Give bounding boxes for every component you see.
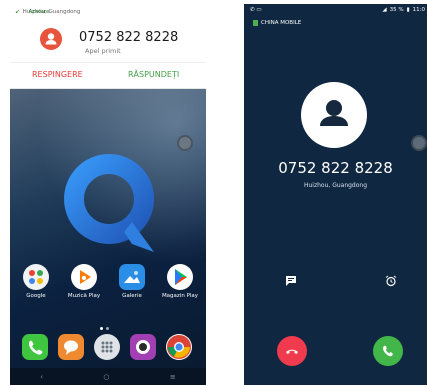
floating-dot[interactable]: [411, 135, 427, 151]
hang-up-icon: [286, 349, 298, 354]
answer-button[interactable]: RĂSPUNDEȚI: [128, 70, 179, 79]
play-store-icon: [167, 264, 193, 290]
divider: [10, 62, 206, 63]
alarm-reminder-icon[interactable]: [385, 272, 397, 291]
app-google[interactable]: Google: [12, 264, 60, 299]
app-label: Magazin Play: [161, 293, 199, 299]
q-logo-icon: [64, 154, 155, 252]
messages-icon[interactable]: [58, 334, 84, 360]
incoming-call-notification[interactable]: ↙ Apelare Huizhou, Guangdong 0752 822 82…: [10, 4, 206, 89]
phone-icon[interactable]: [22, 334, 48, 360]
play-music-icon: [71, 264, 97, 290]
app-label: Google: [26, 293, 46, 299]
app-galerie[interactable]: Galerie: [108, 264, 156, 299]
navigation-bar: ‹ ○ ≡: [10, 368, 206, 385]
carrier-row: CHINA MOBILE: [253, 20, 301, 26]
page-indicator: [100, 327, 109, 330]
recents-button[interactable]: ≡: [170, 373, 176, 381]
notification-app-label: Apelare: [28, 9, 50, 15]
phone-icon: [383, 345, 393, 357]
status-bar: ✆ ▭ ◢ 35 % ▮ 11:0: [244, 4, 427, 16]
app-drawer-icon[interactable]: [94, 334, 120, 360]
signal-icon: ◢: [382, 7, 387, 13]
gallery-icon: [119, 264, 145, 290]
app-muzica-play[interactable]: Muzică Play: [60, 264, 108, 299]
chrome-icon[interactable]: [166, 334, 192, 360]
right-phone-screen: ✆ ▭ ◢ 35 % ▮ 11:0 CHINA MOBILE 0752 822 …: [244, 4, 427, 385]
camera-icon[interactable]: [130, 334, 156, 360]
back-button[interactable]: ‹: [40, 373, 43, 381]
accept-call-button[interactable]: [373, 336, 403, 366]
caller-location: Huizhou, Guangdong: [303, 182, 368, 189]
battery-percent: 35 %: [389, 7, 404, 13]
left-phone-screen: ↙ Apelare Huizhou, Guangdong 0752 822 82…: [10, 4, 206, 385]
home-button[interactable]: ○: [103, 373, 109, 381]
caller-avatar-icon: [301, 82, 367, 148]
sim-icon: [253, 20, 258, 26]
caller-number: 0752 822 8228: [278, 159, 393, 177]
dock: [10, 334, 206, 368]
call-status: Apel primit: [85, 47, 121, 55]
floating-dot[interactable]: [177, 135, 193, 151]
notification-header: ↙ Apelare Huizhou, Guangdong: [15, 9, 80, 15]
reply-with-message-icon[interactable]: [285, 272, 297, 291]
google-folder-icon: [23, 264, 49, 290]
app-label: Galerie: [122, 293, 142, 299]
decline-call-button[interactable]: [277, 336, 307, 366]
call-notification-icon: ✆ ▭: [250, 7, 262, 13]
caller-avatar-icon: [40, 28, 62, 50]
carrier-name: CHINA MOBILE: [261, 20, 302, 26]
battery-icon: ▮: [406, 7, 410, 13]
caller-number: 0752 822 8228: [79, 30, 179, 45]
app-label: Muzică Play: [67, 293, 101, 299]
app-magazin-play[interactable]: Magazin Play: [156, 264, 204, 299]
clock: 11:0: [412, 7, 425, 13]
reject-button[interactable]: RESPINGERE: [32, 70, 83, 79]
